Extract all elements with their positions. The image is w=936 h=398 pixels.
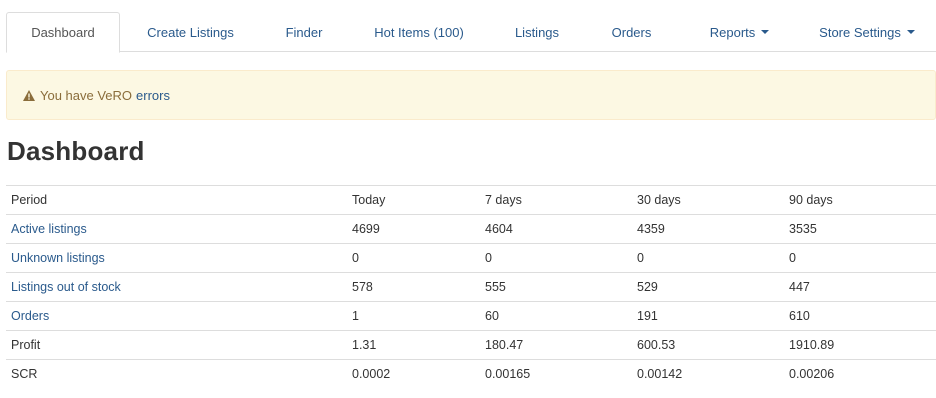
alert-text: You have VeRO — [40, 87, 133, 103]
tab-reports[interactable]: Reports — [680, 12, 799, 52]
tab-orders[interactable]: Orders — [583, 12, 680, 52]
dashboard-table: Period Today 7 days 30 days 90 days Acti… — [6, 185, 936, 389]
nav-tabs: Dashboard Create Listings Finder Hot Ite… — [6, 12, 936, 53]
header-30-days: 30 days — [632, 185, 784, 215]
active-listings-link[interactable]: Active listings — [11, 222, 87, 236]
page-title: Dashboard — [7, 136, 145, 166]
header-period: Period — [6, 185, 347, 215]
unknown-listings-link[interactable]: Unknown listings — [11, 251, 105, 265]
table-cell: 555 — [480, 272, 632, 302]
tab-listings[interactable]: Listings — [491, 12, 583, 52]
tab-label: Finder — [285, 24, 323, 40]
table-cell: 0.00206 — [784, 359, 936, 389]
table-cell: 4604 — [480, 214, 632, 244]
table-cell: 3535 — [784, 214, 936, 244]
tab-label: Listings — [514, 24, 560, 40]
table-cell: 610 — [784, 301, 936, 331]
table-cell: 0 — [480, 243, 632, 273]
table-cell: 0 — [784, 243, 936, 273]
row-label-scr: SCR — [6, 359, 347, 389]
table-cell: 0 — [347, 243, 480, 273]
table-row: Listings out of stock 578 555 529 447 — [6, 272, 936, 302]
table-row: Profit 1.31 180.47 600.53 1910.89 — [6, 330, 936, 360]
tab-label: Reports — [709, 24, 756, 40]
tab-label: Dashboard — [31, 25, 95, 40]
table-cell: 1 — [347, 301, 480, 331]
table-cell: 60 — [480, 301, 632, 331]
table-header-row: Period Today 7 days 30 days 90 days — [6, 185, 936, 215]
table-cell: 4359 — [632, 214, 784, 244]
table-row: SCR 0.0002 0.00165 0.00142 0.00206 — [6, 359, 936, 389]
header-7-days: 7 days — [480, 185, 632, 215]
tab-label: Store Settings — [819, 24, 901, 40]
vero-errors-link[interactable]: errors — [136, 88, 170, 103]
table-cell: 0.00165 — [480, 359, 632, 389]
caret-down-icon — [761, 30, 770, 34]
tab-dashboard[interactable]: Dashboard — [6, 12, 120, 53]
orders-link[interactable]: Orders — [11, 309, 49, 323]
table-cell: 0 — [632, 243, 784, 273]
table-cell: 0.0002 — [347, 359, 480, 389]
tab-label: Orders — [611, 24, 652, 40]
warning-icon — [23, 89, 35, 101]
table-row: Active listings 4699 4604 4359 3535 — [6, 214, 936, 244]
table-cell: 180.47 — [480, 330, 632, 360]
table-row: Orders 1 60 191 610 — [6, 301, 936, 331]
table-cell: 0.00142 — [632, 359, 784, 389]
tab-hot-items[interactable]: Hot Items (100) — [347, 12, 491, 52]
table-cell: 191 — [632, 301, 784, 331]
tab-store-settings[interactable]: Store Settings — [799, 12, 935, 52]
vero-alert: You have VeRO errors — [6, 70, 936, 120]
header-90-days: 90 days — [784, 185, 936, 215]
table-cell: 600.53 — [632, 330, 784, 360]
table-cell: 1910.89 — [784, 330, 936, 360]
table-cell: 529 — [632, 272, 784, 302]
table-cell: 1.31 — [347, 330, 480, 360]
listings-out-of-stock-link[interactable]: Listings out of stock — [11, 280, 121, 294]
table-cell: 4699 — [347, 214, 480, 244]
tab-label: Create Listings — [147, 24, 234, 40]
tab-create-listings[interactable]: Create Listings — [120, 12, 261, 52]
table-cell: 447 — [784, 272, 936, 302]
header-today: Today — [347, 185, 480, 215]
tab-finder[interactable]: Finder — [261, 12, 347, 52]
caret-down-icon — [906, 30, 915, 34]
table-row: Unknown listings 0 0 0 0 — [6, 243, 936, 273]
table-cell: 578 — [347, 272, 480, 302]
tab-label: Hot Items (100) — [374, 24, 464, 40]
row-label-profit: Profit — [6, 330, 347, 360]
